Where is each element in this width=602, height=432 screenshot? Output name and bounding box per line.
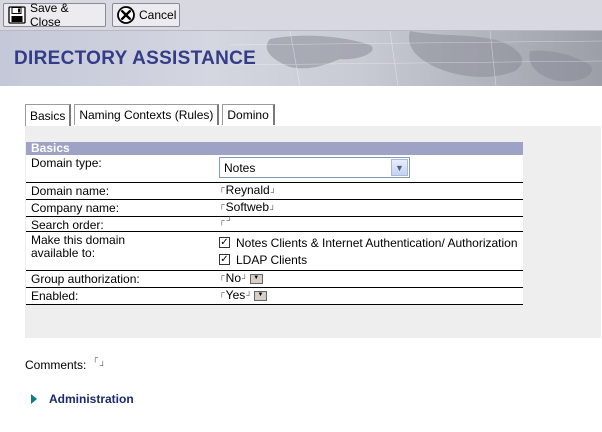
row-domain-name: Domain name: ┌ Reynald ┘ xyxy=(26,183,523,200)
row-search-order: Search order: ┌ ┘ xyxy=(26,217,523,232)
option-ldap-clients-label: LDAP Clients xyxy=(236,252,308,267)
field-start-bracket-icon: ┌ xyxy=(219,288,225,297)
tab-basics[interactable]: Basics xyxy=(25,104,72,126)
field-start-bracket-icon: ┌ xyxy=(219,200,225,209)
field-end-bracket-icon: ┘ xyxy=(100,361,106,370)
world-map-graphic xyxy=(230,31,602,86)
field-end-bracket-icon: ┘ xyxy=(270,188,277,197)
administration-label: Administration xyxy=(49,392,134,406)
domain-type-select[interactable]: Notes ▼ xyxy=(219,157,410,178)
action-bar: Save & Close Cancel xyxy=(0,0,602,31)
checkbox-notes-clients[interactable]: ✓ xyxy=(219,237,230,248)
row-enabled: Enabled: ┌ Yes ┘ ▼ xyxy=(26,288,523,305)
domain-name-field[interactable]: ┌ Reynald ┘ xyxy=(219,184,276,197)
domain-name-value: Reynald xyxy=(225,183,270,197)
option-notes-clients-label: Notes Clients & Internet Authentication/… xyxy=(236,235,518,250)
field-end-bracket-icon: ┘ xyxy=(226,216,233,225)
row-group-authorization: Group authorization: ┌ No ┘ ▼ xyxy=(26,271,523,288)
field-start-bracket-icon: ┌ xyxy=(92,353,99,362)
enabled-label: Enabled: xyxy=(31,289,79,303)
page-title: DIRECTORY ASSISTANCE xyxy=(14,48,257,69)
floppy-disk-icon xyxy=(8,6,26,24)
row-domain-type: Domain type: Notes ▼ xyxy=(26,155,523,183)
section-header: Basics xyxy=(26,142,523,155)
comments-field[interactable]: ┌ ┘ xyxy=(92,354,105,370)
row-available-to: Make this domain available to: ✓ Notes C… xyxy=(26,232,523,271)
field-start-bracket-icon: ┌ xyxy=(219,183,225,192)
row-company-name: Company name: ┌ Softweb ┘ xyxy=(26,200,523,217)
field-start-bracket-icon: ┌ xyxy=(219,216,225,225)
domain-name-label: Domain name: xyxy=(31,184,110,198)
tab-domino[interactable]: Domino xyxy=(222,104,275,125)
company-name-label: Company name: xyxy=(31,201,120,215)
field-start-bracket-icon: ┌ xyxy=(219,271,225,280)
domain-type-value: Notes xyxy=(224,160,256,175)
tab-bar: Basics Naming Contexts (Rules) Domino xyxy=(25,104,278,126)
tab-naming-contexts[interactable]: Naming Contexts (Rules) xyxy=(74,104,220,125)
option-notes-clients[interactable]: ✓ Notes Clients & Internet Authenticatio… xyxy=(219,234,518,251)
company-name-value: Softweb xyxy=(225,200,270,214)
group-authorization-field[interactable]: ┌ No ┘ ▼ xyxy=(219,272,263,285)
group-authorization-value: No xyxy=(225,271,242,285)
enabled-value: Yes xyxy=(225,288,246,302)
comments-row: Comments: ┌ ┘ xyxy=(25,354,106,373)
domain-type-label: Domain type: xyxy=(31,156,102,170)
basics-panel: Basics Domain type: Notes ▼ Domain name:… xyxy=(25,126,601,338)
enabled-field[interactable]: ┌ Yes ┘ ▼ xyxy=(219,289,267,302)
close-circle-icon xyxy=(117,6,135,24)
header-banner: DIRECTORY ASSISTANCE xyxy=(0,31,602,86)
checkbox-ldap-clients[interactable]: ✓ xyxy=(219,254,230,265)
field-end-bracket-icon: ┘ xyxy=(246,290,252,300)
chevron-down-icon[interactable]: ▼ xyxy=(391,159,408,176)
cancel-label: Cancel xyxy=(139,8,177,22)
group-authorization-label: Group authorization: xyxy=(31,272,140,286)
field-end-bracket-icon: ┘ xyxy=(270,205,276,214)
save-close-button[interactable]: Save & Close xyxy=(3,1,106,29)
twisty-expand-icon[interactable] xyxy=(31,394,37,404)
dropdown-arrow-icon[interactable]: ▼ xyxy=(253,290,267,301)
search-order-field[interactable]: ┌ ┘ xyxy=(219,217,232,225)
search-order-label: Search order: xyxy=(31,218,104,232)
administration-section-toggle[interactable]: Administration xyxy=(31,392,134,406)
company-name-field[interactable]: ┌ Softweb ┘ xyxy=(219,201,276,214)
comments-label: Comments: xyxy=(25,358,87,372)
cancel-button[interactable]: Cancel xyxy=(112,3,180,27)
field-end-bracket-icon: ┘ xyxy=(242,273,248,283)
save-close-label: Save & Close xyxy=(30,1,69,29)
basics-form: Domain type: Notes ▼ Domain name: ┌ Reyn… xyxy=(26,155,523,305)
option-ldap-clients[interactable]: ✓ LDAP Clients xyxy=(219,251,518,268)
dropdown-arrow-icon[interactable]: ▼ xyxy=(249,273,263,284)
available-to-label: Make this domain available to: xyxy=(31,233,126,260)
